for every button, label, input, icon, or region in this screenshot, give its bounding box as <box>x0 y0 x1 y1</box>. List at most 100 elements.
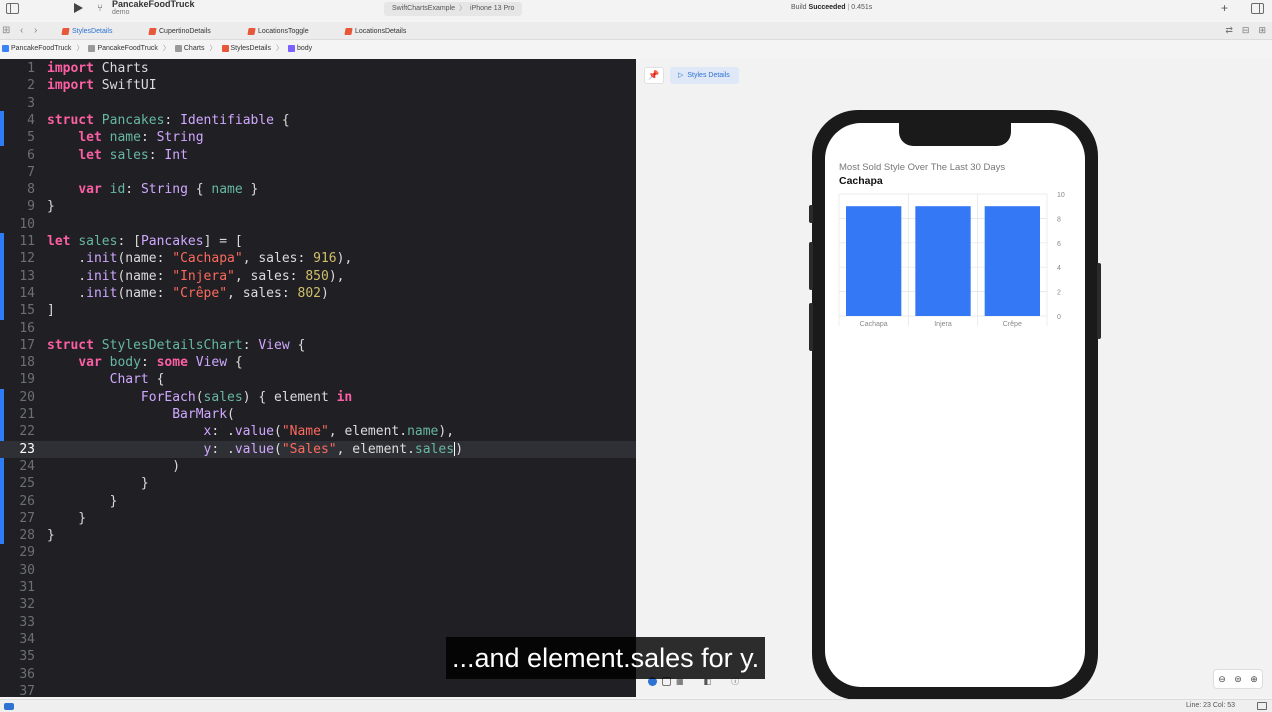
grid-icon[interactable]: ⊞ <box>2 25 10 36</box>
code-line[interactable]: 20 ForEach(sales) { element in <box>0 389 636 406</box>
code-line[interactable]: 16 <box>0 320 636 337</box>
code-line[interactable]: 22 x: .value("Name", element.name), <box>0 423 636 440</box>
folder-icon <box>88 44 96 52</box>
video-caption: ...and element.sales for y. <box>446 637 766 679</box>
code-line[interactable]: 13 .init(name: "Injera", sales: 850), <box>0 268 636 285</box>
line-number: 21 <box>19 407 35 422</box>
back-icon[interactable]: ‹ <box>20 25 23 36</box>
line-number: 36 <box>19 666 35 682</box>
code-token: var <box>78 355 102 371</box>
code-line[interactable]: 18 var body: some View { <box>0 354 636 371</box>
debug-area-toggle-icon[interactable] <box>4 703 14 710</box>
line-number: 25 <box>19 476 35 492</box>
code-line[interactable]: 12 .init(name: "Cachapa", sales: 916), <box>0 250 636 267</box>
code-token: String <box>156 130 204 146</box>
add-icon[interactable]: + <box>1221 1 1228 15</box>
split-editor-icon[interactable]: ⊟ <box>1242 25 1250 36</box>
breadcrumb-item-group[interactable]: PancakeFoodTruck <box>88 42 158 56</box>
code-text: import Charts <box>47 60 149 77</box>
device-button <box>809 242 813 290</box>
code-line[interactable]: 6 let sales: Int <box>0 147 636 164</box>
code-line[interactable]: 31 <box>0 579 636 596</box>
code-editor[interactable]: 1 import Charts 2 import SwiftUI 3 4 struct Pa… <box>0 59 636 697</box>
code-line[interactable]: 29 <box>0 544 636 561</box>
y-tick-label: 2 <box>1057 290 1061 297</box>
code-line[interactable]: 27 } <box>0 510 636 527</box>
code-token: : <box>125 182 141 198</box>
tab-stylesdetails[interactable]: StylesDetails <box>60 25 112 38</box>
code-token: struct <box>47 112 94 128</box>
code-line[interactable]: 25 } <box>0 475 636 492</box>
tab-locationstoggle[interactable]: LocationsToggle <box>246 25 309 38</box>
related-items-icon[interactable]: ⇄ <box>1225 25 1233 36</box>
code-line[interactable]: 33 <box>0 614 636 631</box>
run-icon[interactable] <box>74 3 83 13</box>
panel-toggle-icon[interactable] <box>1257 702 1267 710</box>
code-token: ) { element <box>242 389 337 405</box>
code-line[interactable]: 11 let sales: [Pancakes] = [ <box>0 233 636 250</box>
swift-file-icon <box>247 28 256 35</box>
code-line[interactable]: 2 import SwiftUI <box>0 77 636 94</box>
branch-name[interactable]: demo <box>112 9 130 16</box>
code-line[interactable]: 9} <box>0 198 636 215</box>
scheme-selector[interactable]: SwiftChartsExample 〉 iPhone 13 Pro <box>384 2 523 16</box>
code-line[interactable]: 30 <box>0 562 636 579</box>
device-screen[interactable]: Most Sold Style Over The Last 30 Days Ca… <box>825 123 1085 687</box>
code-line[interactable]: 10 <box>0 216 636 233</box>
code-line[interactable]: 3 <box>0 95 636 112</box>
pin-icon[interactable]: 📌 <box>644 67 664 84</box>
code-token: ), <box>336 251 353 267</box>
forward-icon[interactable]: › <box>34 25 37 36</box>
code-token: ), <box>328 268 345 284</box>
code-line[interactable]: 4 struct Pancakes: Identifiable { <box>0 112 636 129</box>
code-token: body <box>109 355 141 371</box>
code-line[interactable]: 21 BarMark( <box>0 406 636 423</box>
breadcrumb-item-project[interactable]: PancakeFoodTruck <box>2 42 71 56</box>
code-line[interactable]: 24 ) <box>0 458 636 475</box>
code-line[interactable]: 8 var id: String { name } <box>0 181 636 198</box>
code-line[interactable]: 17 struct StylesDetailsChart: View { <box>0 337 636 354</box>
code-token: some <box>156 355 188 371</box>
breadcrumb-item-symbol[interactable]: body <box>287 42 312 56</box>
code-line[interactable]: 14 .init(name: "Crêpe", sales: 802) <box>0 285 636 302</box>
add-editor-icon[interactable]: ⊞ <box>1258 25 1266 36</box>
code-line[interactable]: 23 y: .value("Sales", element.sales) <box>0 440 636 458</box>
code-line[interactable]: 37 <box>0 683 636 697</box>
cursor-position: Line: 23 Col: 53 <box>1186 702 1236 709</box>
code-line[interactable]: 26 } <box>0 493 636 510</box>
iphone-device: Most Sold Style Over The Last 30 Days Ca… <box>809 110 1101 700</box>
code-token: View <box>258 337 290 353</box>
code-text: x: .value("Name", element.name), <box>47 423 455 440</box>
line-number: 29 <box>19 545 35 561</box>
navigator-toggle-icon[interactable] <box>6 3 19 14</box>
breadcrumb-item-charts[interactable]: Charts <box>174 42 205 56</box>
zoom-in-icon[interactable]: ⊕ <box>1250 674 1258 685</box>
code-line[interactable]: 1 import Charts <box>0 60 636 77</box>
bar <box>846 206 902 316</box>
line-number: 19 <box>19 372 35 388</box>
tab-locationsdetails[interactable]: LocationsDetails <box>343 25 406 38</box>
inspector-toggle-icon[interactable] <box>1251 3 1264 14</box>
project-name[interactable]: PancakeFoodTruck <box>112 0 195 9</box>
code-line[interactable]: 19 Chart { <box>0 371 636 388</box>
preview-tab[interactable]: ▷ Styles Details <box>670 67 739 84</box>
code-line[interactable]: 15] <box>0 302 636 319</box>
code-line[interactable]: 5 let name: String <box>0 129 636 146</box>
code-line[interactable]: 28} <box>0 527 636 544</box>
code-token: (name: <box>117 251 173 267</box>
tab-cupertinodetails[interactable]: CupertinoDetails <box>147 25 211 38</box>
code-token: : <box>148 147 165 163</box>
code-line[interactable]: 32 <box>0 596 636 613</box>
code-token: Identifiable <box>180 112 274 128</box>
line-number: 2 <box>27 78 35 94</box>
breadcrumb-item-file[interactable]: StylesDetails <box>221 42 271 56</box>
code-text: ) <box>47 458 180 475</box>
zoom-out-icon[interactable]: ⊖ <box>1218 674 1226 685</box>
folder-icon <box>174 44 182 52</box>
zoom-fit-icon[interactable]: ⊜ <box>1234 674 1242 685</box>
code-line[interactable]: 7 <box>0 164 636 181</box>
